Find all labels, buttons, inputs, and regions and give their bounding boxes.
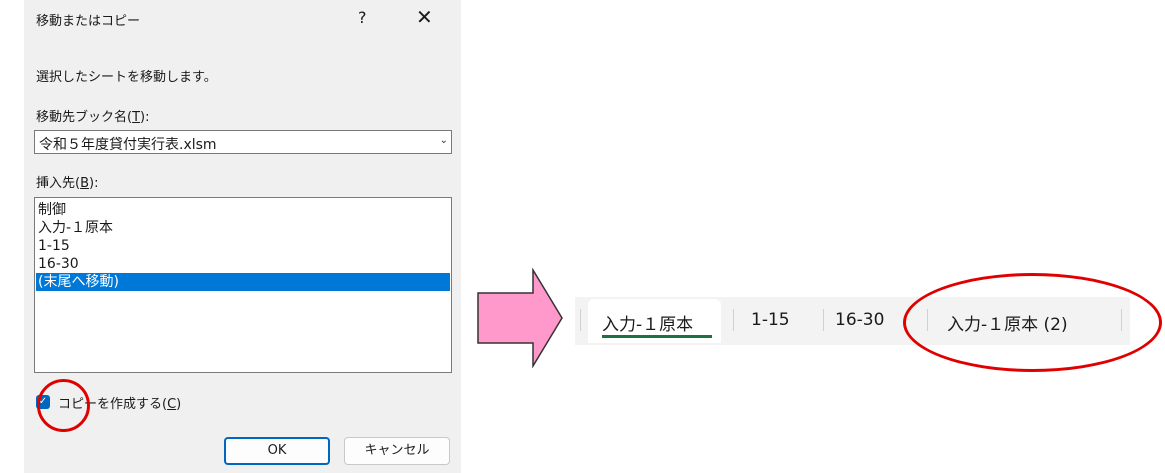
ok-button[interactable]: OK — [224, 437, 330, 465]
tab-separator — [823, 309, 824, 331]
dialog-titlebar: 移動またはコピー ? ✕ — [24, 0, 461, 40]
sheet-tab-1[interactable]: 入力-１原本 — [602, 310, 693, 335]
list-item[interactable]: 1-15 — [36, 237, 450, 255]
sheet-tab-3[interactable]: 16-30 — [835, 310, 884, 330]
highlight-circle-new-tab — [903, 273, 1162, 372]
tab-separator — [580, 309, 581, 331]
insert-label: 挿入先(B): — [36, 176, 99, 191]
sheet-tab-2[interactable]: 1-15 — [751, 310, 790, 330]
move-copy-dialog: 移動またはコピー ? ✕ 選択したシートを移動します。 移動先ブック名(T): … — [24, 0, 461, 473]
list-item[interactable]: 制御 — [36, 201, 450, 219]
book-select-value: 令和５年度貸付実行表.xlsm — [39, 137, 217, 153]
highlight-circle-checkbox — [37, 379, 90, 432]
close-icon[interactable]: ✕ — [416, 5, 433, 29]
chevron-down-icon[interactable]: ⌄ — [440, 135, 448, 146]
insert-before-list[interactable]: 制御 入力-１原本 1-15 16-30 (末尾へ移動) — [34, 197, 452, 373]
book-select[interactable]: 令和５年度貸付実行表.xlsm ⌄ — [34, 130, 452, 154]
right-arrow-icon — [477, 268, 563, 368]
list-item[interactable]: 入力-１原本 — [36, 219, 450, 237]
active-tab-underline — [602, 335, 712, 338]
book-label: 移動先ブック名(T): — [36, 110, 150, 125]
help-icon[interactable]: ? — [358, 8, 367, 27]
cancel-button[interactable]: キャンセル — [344, 437, 450, 465]
list-item[interactable]: 16-30 — [36, 255, 450, 273]
dialog-title: 移動またはコピー — [36, 14, 141, 29]
list-item-selected[interactable]: (末尾へ移動) — [36, 273, 450, 291]
tab-separator — [733, 309, 734, 331]
dialog-description: 選択したシートを移動します。 — [36, 70, 217, 85]
